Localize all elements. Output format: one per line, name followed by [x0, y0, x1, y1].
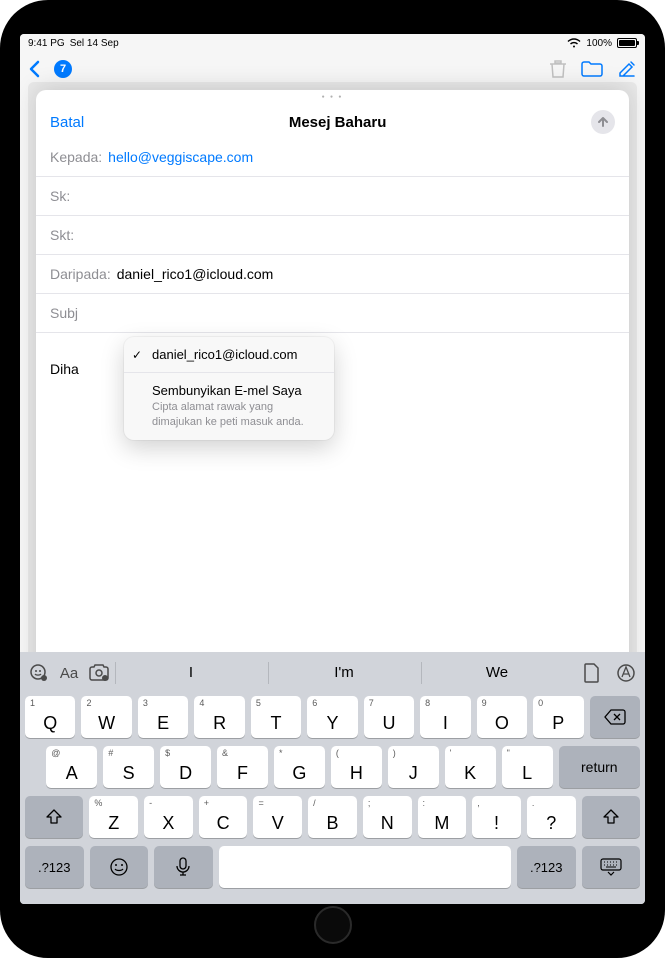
key-x[interactable]: -X — [144, 796, 193, 838]
grabber-icon[interactable]: ● ● ● — [36, 90, 629, 100]
key-j[interactable]: )J — [388, 746, 439, 788]
text-format-icon[interactable]: Aa — [55, 659, 83, 687]
to-label: Kepada: — [50, 149, 102, 165]
from-value[interactable]: daniel_rico1@icloud.com — [117, 266, 274, 282]
key-c[interactable]: +C — [199, 796, 248, 838]
key-f[interactable]: &F — [217, 746, 268, 788]
wifi-icon — [567, 38, 581, 48]
modal-title: Mesej Baharu — [289, 114, 387, 131]
trash-icon[interactable] — [549, 59, 567, 79]
key-numbers[interactable]: .?123 — [25, 846, 84, 888]
key-k[interactable]: 'K — [445, 746, 496, 788]
status-bar: 9:41 PG Sel 14 Sep 100% — [20, 34, 645, 52]
key-hide-keyboard[interactable] — [582, 846, 641, 888]
cancel-button[interactable]: Batal — [50, 114, 84, 131]
key-i[interactable]: 8I — [420, 696, 470, 738]
popover-selected-label: daniel_rico1@icloud.com — [152, 347, 297, 362]
key-m[interactable]: :M — [418, 796, 467, 838]
battery-icon — [617, 38, 637, 48]
keyboard: Aa I I'm We 1Q2W3E4R5T6Y7U8I9O0P — [20, 652, 645, 904]
hide-email-desc: Cipta alamat rawak yang dimajukan ke pet… — [152, 400, 322, 430]
key-w[interactable]: 2W — [81, 696, 131, 738]
from-label: Daripada: — [50, 266, 111, 282]
key-v[interactable]: =V — [253, 796, 302, 838]
hide-email-title: Sembunyikan E-mel Saya — [152, 383, 322, 398]
key-shift-left[interactable] — [25, 796, 83, 838]
popover-hide-email-option[interactable]: Sembunyikan E-mel Saya Cipta alamat rawa… — [124, 373, 334, 440]
check-icon: ✓ — [132, 348, 142, 362]
camera-icon[interactable] — [85, 659, 113, 687]
battery-percent: 100% — [586, 38, 612, 49]
key-shift-right[interactable] — [582, 796, 640, 838]
key-emoji[interactable] — [90, 846, 149, 888]
subject-label: Subj — [50, 305, 78, 321]
popover-account-option[interactable]: ✓ daniel_rico1@icloud.com — [124, 337, 334, 373]
subject-field[interactable]: Subj — [36, 294, 629, 333]
key-d[interactable]: $D — [160, 746, 211, 788]
to-field[interactable]: Kepada: hello@veggiscape.com — [36, 138, 629, 177]
key-o[interactable]: 9O — [477, 696, 527, 738]
scan-document-icon[interactable] — [578, 659, 606, 687]
unread-badge: 7 — [54, 60, 72, 78]
from-field[interactable]: Daripada: daniel_rico1@icloud.com — [36, 255, 629, 294]
key-l[interactable]: "L — [502, 746, 553, 788]
key-p[interactable]: 0P — [533, 696, 583, 738]
home-button[interactable] — [314, 906, 352, 944]
suggestion-3[interactable]: We — [421, 662, 572, 684]
key-numbers-right[interactable]: .?123 — [517, 846, 576, 888]
folder-icon[interactable] — [581, 61, 603, 77]
key-y[interactable]: 6Y — [307, 696, 357, 738]
key-e[interactable]: 3E — [138, 696, 188, 738]
status-time: 9:41 PG — [28, 38, 65, 49]
key-h[interactable]: (H — [331, 746, 382, 788]
suggestion-1[interactable]: I — [115, 662, 266, 684]
back-icon[interactable] — [28, 60, 40, 78]
cc-label: Sk: — [50, 188, 70, 204]
key-a[interactable]: @A — [46, 746, 97, 788]
key-z[interactable]: %Z — [89, 796, 138, 838]
key-![interactable]: ,! — [472, 796, 521, 838]
suggestion-2[interactable]: I'm — [268, 662, 419, 684]
key-dictation[interactable] — [154, 846, 213, 888]
cc-field[interactable]: Sk: — [36, 177, 629, 216]
key-u[interactable]: 7U — [364, 696, 414, 738]
key-g[interactable]: *G — [274, 746, 325, 788]
bcc-label: Skt: — [50, 227, 74, 243]
markup-icon[interactable] — [612, 659, 640, 687]
key-t[interactable]: 5T — [251, 696, 301, 738]
key-n[interactable]: ;N — [363, 796, 412, 838]
bcc-field[interactable]: Skt: — [36, 216, 629, 255]
status-date: Sel 14 Sep — [70, 38, 119, 49]
to-value[interactable]: hello@veggiscape.com — [108, 149, 253, 165]
key-b[interactable]: /B — [308, 796, 357, 838]
send-button[interactable] — [591, 110, 615, 134]
key-q[interactable]: 1Q — [25, 696, 75, 738]
key-delete[interactable] — [590, 696, 640, 738]
emoji-search-icon[interactable] — [25, 659, 53, 687]
key-?[interactable]: .? — [527, 796, 576, 838]
key-return[interactable]: return — [559, 746, 640, 788]
mail-nav-bar: 7 — [20, 52, 645, 86]
key-s[interactable]: #S — [103, 746, 154, 788]
key-space[interactable] — [219, 846, 512, 888]
key-r[interactable]: 4R — [194, 696, 244, 738]
compose-icon[interactable] — [617, 59, 637, 79]
from-popover: ✓ daniel_rico1@icloud.com Sembunyikan E-… — [124, 337, 334, 440]
